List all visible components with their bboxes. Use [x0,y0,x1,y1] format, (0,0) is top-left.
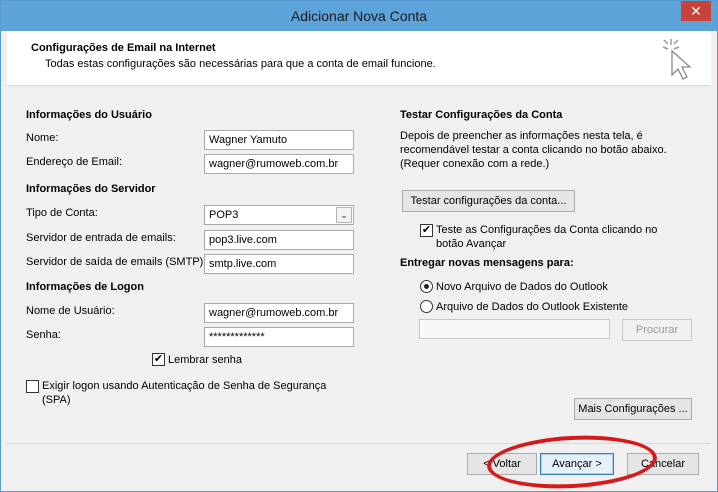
server-info-heading: Informações do Servidor [26,183,156,195]
more-settings-button[interactable]: Mais Configurações ... [574,398,692,420]
auto-test-label-line1: Teste as Configurações da Conta clicando… [436,224,658,236]
header-title: Configurações de Email na Internet [31,42,216,54]
email-field[interactable]: wagner@rumoweb.com.br [204,154,354,174]
next-button[interactable]: Avançar > [540,453,614,475]
test-description-line2: recomendável testar a conta clicando no … [400,144,667,156]
password-field[interactable]: ************* [204,327,354,347]
account-type-value: POP3 [209,209,239,221]
spa-label-line1: Exigir logon usando Autenticação de Senh… [42,380,327,392]
cursor-click-icon [662,39,692,80]
close-button[interactable]: ✕ [681,1,711,21]
remember-password-label: Lembrar senha [168,354,242,366]
remember-password-checkbox[interactable]: ✔ [152,353,165,366]
new-data-file-radio[interactable] [420,280,433,293]
header-subtitle: Todas estas configurações são necessária… [45,58,436,70]
logon-info-heading: Informações de Logon [26,281,144,293]
username-label: Nome de Usuário: [26,305,115,317]
spa-label-line2: (SPA) [42,394,71,406]
password-label: Senha: [26,329,61,341]
name-label: Nome: [26,132,59,144]
window-title: Adicionar Nova Conta [290,8,428,24]
outgoing-server-label: Servidor de saída de emails (SMTP): [26,256,207,268]
cancel-button[interactable]: Cancelar [627,453,699,475]
username-field[interactable]: wagner@rumoweb.com.br [204,303,354,323]
chevron-down-icon[interactable]: ⌄ [336,207,352,223]
account-type-label: Tipo de Conta: [26,207,98,219]
new-data-file-label: Novo Arquivo de Dados do Outlook [436,281,608,293]
outgoing-server-field[interactable]: smtp.live.com [204,254,354,274]
data-file-path-field[interactable] [419,319,610,339]
auto-test-label-line2: botão Avançar [436,238,507,250]
test-description-line3: (Requer conexão com a rede.) [400,158,550,170]
test-description-line1: Depois de preencher as informações nesta… [400,130,643,142]
wizard-body: Informações do Usuário Nome: Wagner Yamu… [7,87,711,443]
user-info-heading: Informações do Usuário [26,109,152,121]
account-type-select[interactable]: POP3 ⌄ [204,205,354,225]
back-button[interactable]: < Voltar [467,453,537,475]
add-account-dialog: Adicionar Nova Conta ✕ Configurações de … [0,0,718,492]
footer-divider [7,443,711,444]
email-label: Endereço de Email: [26,156,122,168]
existing-data-file-radio[interactable] [420,300,433,313]
spa-checkbox[interactable] [26,380,39,393]
incoming-server-label: Servidor de entrada de emails: [26,232,176,244]
delivery-heading: Entregar novas mensagens para: [400,257,574,269]
existing-data-file-label: Arquivo de Dados do Outlook Existente [436,301,629,313]
title-bar[interactable]: Adicionar Nova Conta ✕ [1,1,717,31]
browse-button[interactable]: Procurar [622,319,692,341]
auto-test-checkbox[interactable]: ✔ [420,224,433,237]
test-settings-heading: Testar Configurações da Conta [400,109,563,121]
incoming-server-field[interactable]: pop3.live.com [204,230,354,250]
name-field[interactable]: Wagner Yamuto [204,130,354,150]
test-settings-button[interactable]: Testar configurações da conta... [402,190,575,212]
wizard-header: Configurações de Email na Internet Todas… [7,31,711,86]
